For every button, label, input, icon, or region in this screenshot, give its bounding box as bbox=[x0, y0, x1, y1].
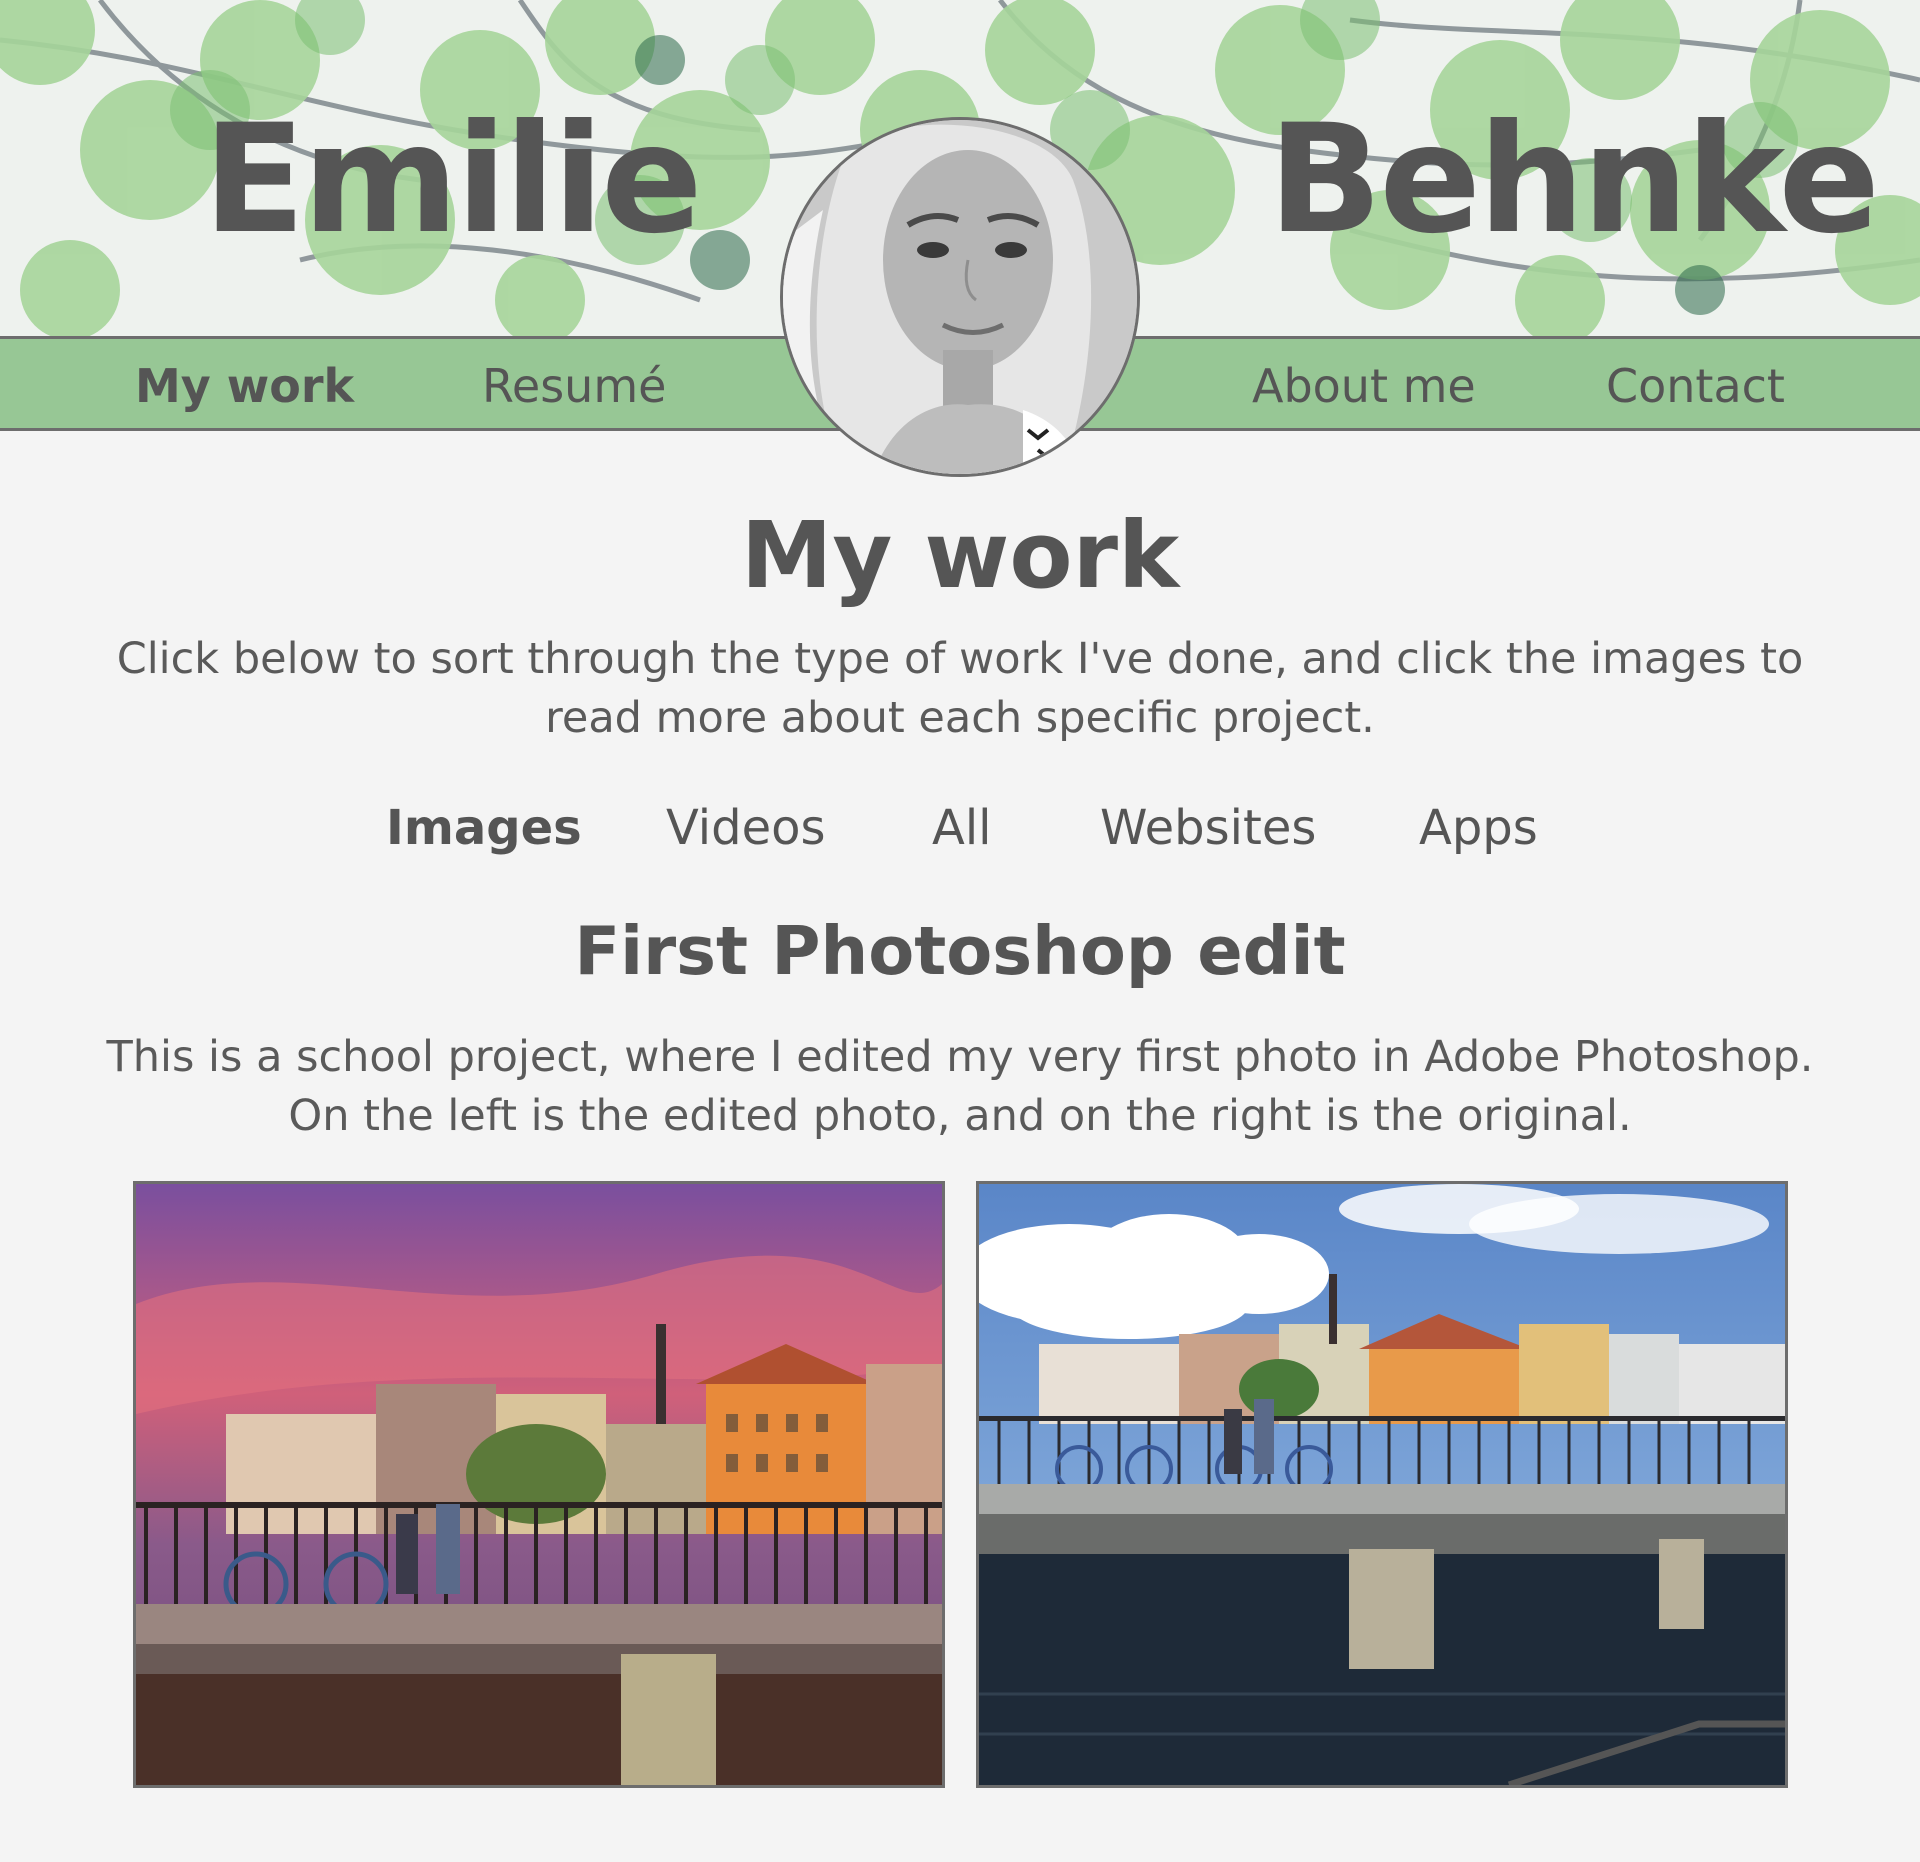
project-title: First Photoshop edit bbox=[574, 912, 1346, 990]
filter-images[interactable]: Images bbox=[386, 800, 582, 858]
filter-websites[interactable]: Websites bbox=[1100, 800, 1316, 858]
page-title: My work bbox=[740, 502, 1180, 609]
nav-link-contact[interactable]: Contact bbox=[1606, 361, 1785, 412]
profile-avatar bbox=[780, 117, 1140, 477]
original-photo[interactable] bbox=[976, 1181, 1788, 1788]
profile-photo bbox=[783, 120, 1137, 474]
nav-link-about-me[interactable]: About me bbox=[1252, 361, 1476, 412]
work-filter-bar: Images Videos All Websites Apps bbox=[0, 800, 1920, 860]
nav-link-my-work[interactable]: My work bbox=[135, 361, 354, 412]
filter-apps[interactable]: Apps bbox=[1419, 800, 1538, 858]
edited-photo-image bbox=[136, 1184, 942, 1785]
intro-text: Click below to sort through the type of … bbox=[116, 634, 1804, 743]
original-photo-image bbox=[979, 1184, 1785, 1785]
nav-link-resume[interactable]: Resumé bbox=[482, 361, 666, 412]
edited-photo[interactable] bbox=[133, 1181, 945, 1788]
filter-all[interactable]: All bbox=[932, 800, 992, 858]
project-description: This is a school project, where I edited… bbox=[106, 1032, 1814, 1141]
filter-videos[interactable]: Videos bbox=[666, 800, 826, 858]
last-name-heading: Behnke bbox=[1268, 93, 1880, 267]
first-name-heading: Emilie bbox=[203, 93, 703, 267]
